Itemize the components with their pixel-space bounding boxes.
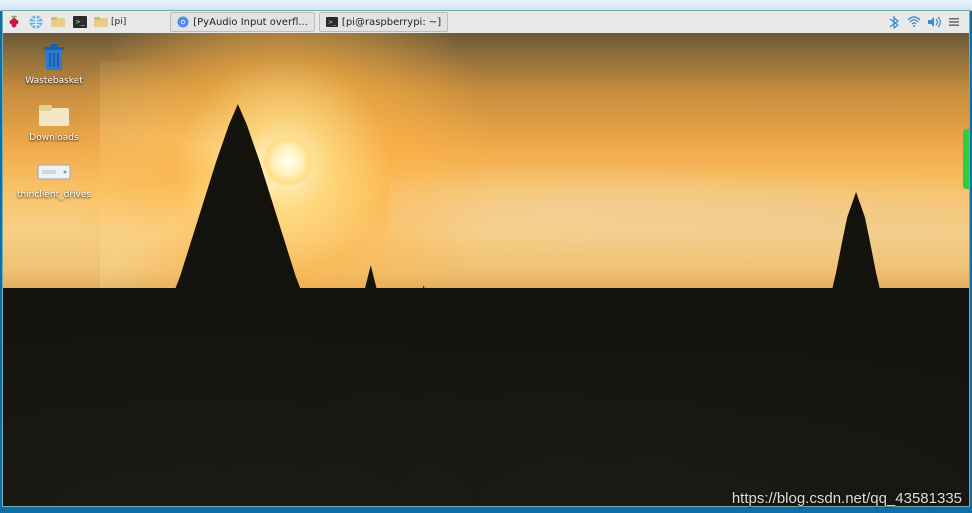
terminal-launcher-icon[interactable]: >_	[71, 13, 89, 31]
web-browser-icon[interactable]	[27, 13, 45, 31]
bluetooth-icon[interactable]	[887, 15, 901, 29]
desktop-icon-wastebasket-label: Wastebasket	[25, 76, 82, 86]
terminal-icon: >_	[326, 16, 338, 28]
volume-icon[interactable]	[927, 15, 941, 29]
desktop-icon-wastebasket[interactable]: Wastebasket	[9, 43, 99, 86]
task-terminal[interactable]: >_ [pi@raspberrypi: ~]	[319, 12, 448, 32]
trash-icon	[37, 43, 71, 73]
drive-icon	[37, 157, 71, 187]
taskbar-tasks: [PyAudio Input overfl... >_ [pi@raspberr…	[168, 11, 450, 33]
svg-text:>_: >_	[75, 18, 85, 26]
wifi-icon[interactable]	[907, 15, 921, 29]
desktop-icon-downloads-label: Downloads	[29, 133, 78, 143]
task-chromium-label: [PyAudio Input overfl...	[193, 17, 308, 28]
desktop-wallpaper	[3, 33, 969, 506]
desktop-icon-thinclient-drives[interactable]: thinclient_drives	[9, 157, 99, 200]
folder-icon	[37, 100, 71, 130]
watermark-text: https://blog.csdn.net/qq_43581335	[732, 490, 962, 507]
taskbar: >_ [pi] [PyAudio Input overfl... >_	[3, 11, 969, 34]
desktop-icon-thinclient-label: thinclient_drives	[17, 190, 91, 200]
file-manager-icon[interactable]	[49, 13, 67, 31]
folder-pi-icon[interactable]: [pi]	[93, 13, 126, 31]
svg-text:>_: >_	[328, 19, 337, 26]
chromium-icon	[177, 16, 189, 28]
desktop-icons-area: Wastebasket Downloads thinclient_drives	[3, 33, 105, 210]
wallpaper-sun	[264, 137, 312, 185]
desktop-icon-downloads[interactable]: Downloads	[9, 100, 99, 143]
folder-pi-label: [pi]	[111, 17, 126, 27]
menu-tray-icon[interactable]	[947, 15, 961, 29]
wallpaper-foreground	[3, 288, 969, 506]
host-window-frame: >_ [pi] [PyAudio Input overfl... >_	[0, 0, 972, 513]
system-tray	[887, 15, 969, 29]
raspberry-menu-icon[interactable]	[5, 13, 23, 31]
task-chromium[interactable]: [PyAudio Input overfl...	[170, 12, 315, 32]
taskbar-launchers: >_ [pi]	[3, 11, 128, 33]
task-terminal-label: [pi@raspberrypi: ~]	[342, 17, 441, 28]
right-edge-indicator	[963, 129, 969, 189]
remote-desktop-viewport: >_ [pi] [PyAudio Input overfl... >_	[2, 10, 970, 507]
